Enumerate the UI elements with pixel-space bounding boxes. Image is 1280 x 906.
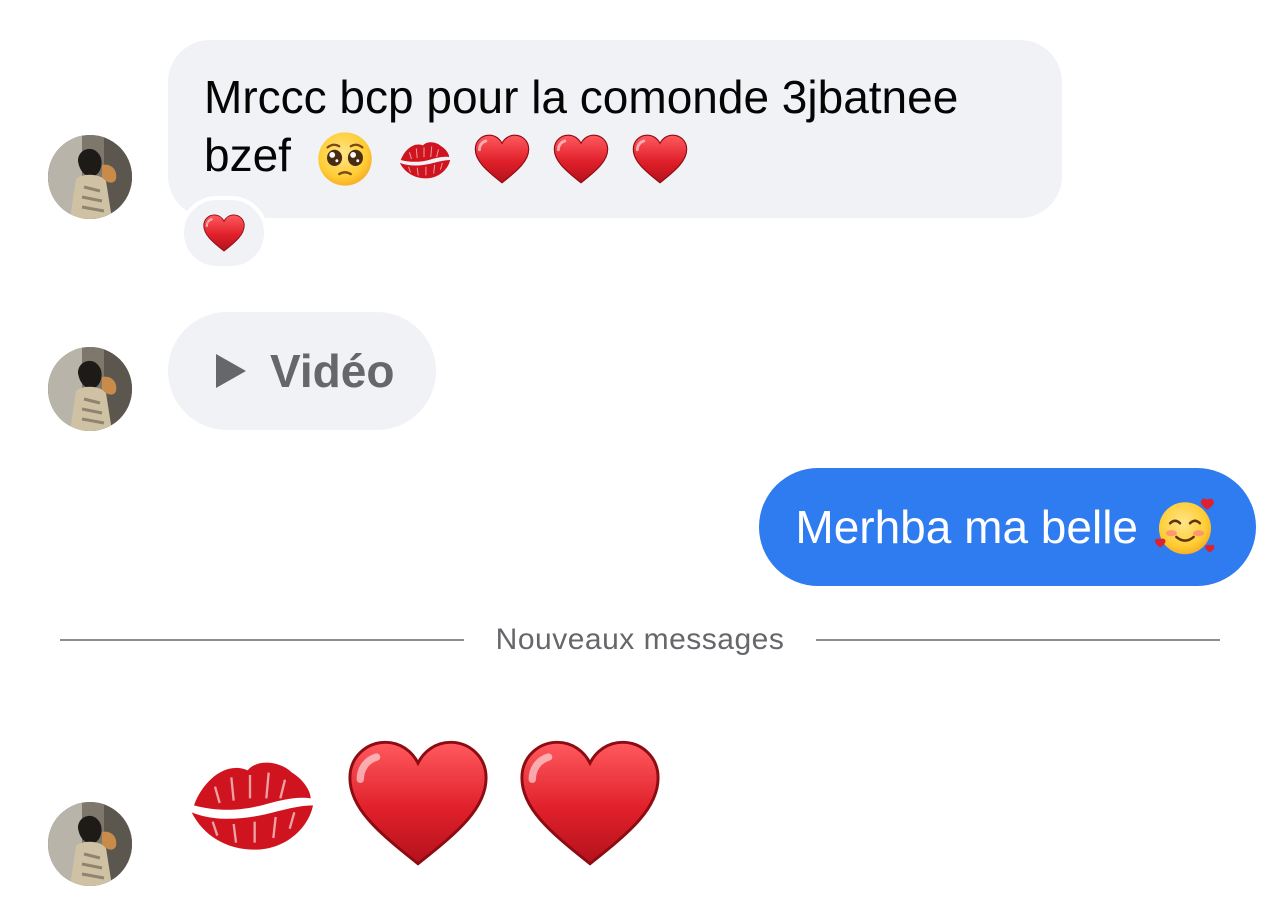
divider-line <box>60 639 464 641</box>
red-heart-icon <box>202 213 246 253</box>
smiling-face-with-hearts-icon <box>1154 496 1216 558</box>
message-text: bzef <box>204 129 291 181</box>
contact-avatar[interactable] <box>48 135 132 219</box>
message-reaction[interactable] <box>180 196 268 270</box>
message-text-line: bzef <box>204 126 1026 188</box>
contact-avatar[interactable] <box>48 802 132 886</box>
pleading-face-icon <box>316 130 374 188</box>
message-text: Merhba ma belle <box>795 501 1138 553</box>
red-heart-icon <box>631 132 689 186</box>
play-icon <box>216 354 246 388</box>
video-label: Vidéo <box>270 345 395 397</box>
message-text-line: Mrccc bcp pour la comonde 3jbatnee <box>204 71 959 123</box>
kiss-mark-icon <box>395 134 453 184</box>
red-heart-icon <box>552 132 610 186</box>
outgoing-message-bubble[interactable]: Merhba ma belle <box>759 468 1256 586</box>
contact-avatar[interactable] <box>48 347 132 431</box>
kiss-mark-icon <box>180 743 320 863</box>
avatar-image <box>48 135 132 219</box>
divider-label: Nouveaux messages <box>495 623 785 656</box>
new-messages-divider: Nouveaux messages <box>60 622 1220 658</box>
red-heart-icon <box>344 730 492 876</box>
avatar-image <box>48 802 132 886</box>
red-heart-icon <box>516 730 664 876</box>
avatar-image <box>48 347 132 431</box>
divider-line <box>816 639 1220 641</box>
emoji-only-message[interactable] <box>180 730 664 876</box>
incoming-message-bubble[interactable]: Mrccc bcp pour la comonde 3jbatnee bzef <box>168 40 1062 218</box>
video-message-bubble[interactable]: Vidéo <box>168 312 436 430</box>
conversation-thread: Mrccc bcp pour la comonde 3jbatnee bzef … <box>0 0 1280 906</box>
red-heart-icon <box>473 132 531 186</box>
